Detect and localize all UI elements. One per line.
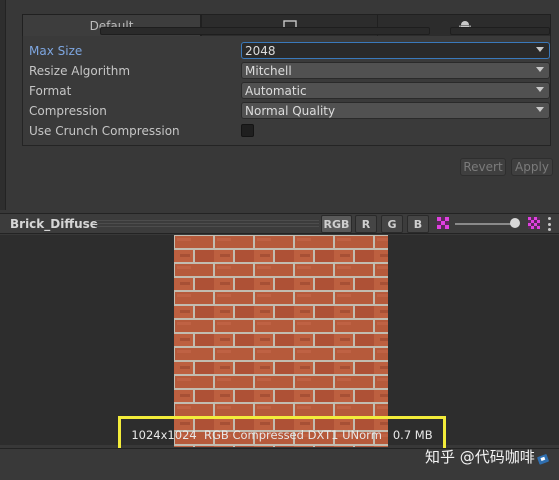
chevron-down-icon [536,47,544,52]
channel-rgb-label: RGB [323,217,350,231]
import-settings-panel: Max Size 2048 Resize Algorithm Mitchell … [22,36,551,146]
channel-rgb-button[interactable]: RGB [321,215,352,233]
resize-algorithm-label: Resize Algorithm [29,64,131,78]
crunch-checkbox[interactable] [241,124,254,137]
apply-button[interactable]: Apply [511,158,553,176]
max-size-dropdown[interactable]: 2048 [241,42,550,59]
channel-g-label: G [387,217,397,231]
apply-label: Apply [515,160,549,174]
resize-algorithm-value: Mitchell [245,63,292,78]
channel-r-button[interactable]: R [355,215,377,233]
compression-label: Compression [29,104,107,118]
watermark-text: 知乎 @代码咖啡 [425,448,535,466]
compression-value: Normal Quality [245,103,336,118]
format-value: Automatic [245,83,307,98]
badge-icon [537,454,549,465]
bottom-field-right[interactable] [450,27,550,35]
mip-slider-handle[interactable] [510,218,520,228]
preview-title: Brick_Diffuse [10,217,98,231]
mip-icon[interactable] [528,217,540,229]
format-dropdown[interactable]: Automatic [241,82,550,99]
left-gutter [0,0,6,210]
crunch-label: Use Crunch Compression [29,124,180,138]
bottom-field[interactable] [100,27,430,35]
crunch-row: Use Crunch Compression [29,122,180,140]
format-row: Format [29,82,71,100]
channel-b-button[interactable]: B [407,215,429,233]
compression-dropdown[interactable]: Normal Quality [241,102,550,119]
channel-r-label: R [361,217,371,231]
resize-algorithm-row: Resize Algorithm [29,62,130,80]
revert-label: Revert [463,160,503,174]
alpha-icon[interactable] [437,217,449,229]
chevron-down-icon [536,87,544,92]
chevron-down-icon [536,67,544,72]
resize-algorithm-dropdown[interactable]: Mitchell [241,62,550,79]
max-size-value: 2048 [245,43,276,58]
max-size-label: Max Size [29,44,83,58]
texture-info-text: 1024x1024 RGB Compressed DXT1 UNorm 0.7 … [131,428,433,442]
compression-row: Compression [29,102,107,120]
chevron-down-icon [536,107,544,112]
channel-g-button[interactable]: G [381,215,403,233]
max-size-row: Max Size [29,42,82,60]
format-label: Format [29,84,72,98]
channel-b-label: B [413,217,423,231]
preview-header: Brick_Diffuse RGB R G B [0,213,559,234]
revert-button[interactable]: Revert [460,158,506,176]
preview-drag-handle[interactable] [95,220,319,228]
mip-slider-track[interactable] [455,223,515,225]
kebab-menu-icon[interactable] [548,217,552,231]
